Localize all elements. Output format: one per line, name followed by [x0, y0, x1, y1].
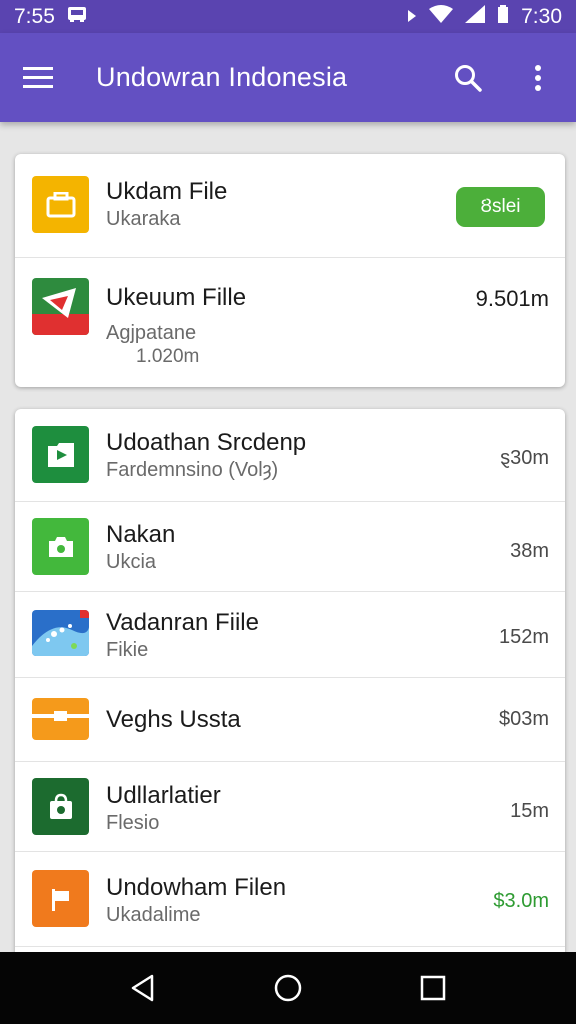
list-item[interactable]: Udoathan Srcdenp Fardemnsino (Volȝ) ȿ30m	[15, 409, 565, 501]
list-item-title: Nakan	[106, 521, 176, 548]
list-item-text: Ukdam File Ukaraka	[106, 178, 227, 232]
list-item[interactable]: Vadanran Fiile Fikie 152m	[15, 591, 565, 677]
wifi-icon	[429, 4, 454, 29]
status-time-right: 7:30	[521, 4, 562, 28]
list-item-detail: 1.020m	[136, 346, 200, 367]
shopping-bag-icon	[32, 778, 89, 835]
list-item-subtitle: Ukadalime	[106, 904, 201, 926]
play-icon	[32, 426, 89, 483]
battery-icon	[497, 4, 509, 29]
file-card-list: Udoathan Srcdenp Fardemnsino (Volȝ) ȿ30m…	[15, 409, 565, 969]
list-item-text: Veghs Ussta	[106, 706, 241, 734]
list-item-text: Udoathan Srcdenp Fardemnsino (Volȝ)	[106, 429, 306, 483]
file-size: 9.501m	[475, 286, 549, 311]
list-item-subtitle: Fardemnsino (Volȝ)	[106, 459, 279, 481]
list-item-text: Nakan Ukcia	[106, 521, 175, 575]
list-item-subtitle: Ukcia	[106, 551, 157, 573]
camera-icon	[32, 518, 89, 575]
action-button[interactable]: Ȣslei	[456, 187, 545, 227]
briefcase-icon	[32, 698, 89, 740]
file-card-primary: Ukdam File Ukaraka Ȣslei Ukeuum Fille Ag…	[15, 154, 565, 387]
more-vert-icon[interactable]	[518, 58, 558, 98]
list-item-title: Vadanran Fiile	[106, 609, 259, 636]
list-item-text: Undowham Filen Ukadalime	[106, 874, 286, 928]
app-bar: Undowran Indonesia	[0, 33, 576, 122]
recents-icon[interactable]	[411, 966, 455, 1010]
list-item[interactable]: Ukdam File Ukaraka Ȣslei	[15, 154, 565, 257]
list-item-title: Udoathan Srcdenp	[106, 429, 307, 456]
list-item[interactable]: Veghs Ussta $03m	[15, 677, 565, 761]
file-size: $03m	[498, 708, 549, 730]
list-item-text: Udllarlatier Flesio	[106, 782, 221, 836]
back-icon[interactable]	[121, 966, 165, 1010]
search-icon[interactable]	[448, 58, 488, 98]
flag-icon	[32, 278, 89, 335]
list-item-subtitle: Flesio	[106, 812, 160, 834]
home-icon[interactable]	[266, 966, 310, 1010]
status-right: 7:30	[407, 4, 562, 29]
file-size: $3.0m	[493, 890, 549, 912]
file-size: 38m	[510, 540, 549, 562]
folder-icon	[32, 176, 89, 233]
cast-icon	[407, 5, 417, 29]
file-size: 152m	[498, 626, 549, 648]
list-item-subtitle: Ukaraka	[106, 208, 181, 230]
signal-icon	[465, 4, 486, 29]
list-item[interactable]: Nakan Ukcia 38m	[15, 501, 565, 591]
image-icon	[32, 610, 89, 656]
list-item-title: Ukdam File	[106, 178, 228, 205]
notification-icon	[67, 5, 87, 29]
file-size: ȿ30m	[500, 447, 549, 469]
list-item[interactable]: Undowham Filen Ukadalime $3.0m	[15, 851, 565, 946]
page-title: Undowran Indonesia	[96, 62, 348, 92]
list-item-title: Veghs Ussta	[106, 706, 241, 733]
list-item-title: Undowham Filen	[106, 874, 287, 901]
list-item-title: Ukeuum Fille	[106, 284, 247, 311]
list-item[interactable]: Udllarlatier Flesio 15m	[15, 761, 565, 851]
status-bar: 7:55 7:30	[0, 0, 576, 33]
list-item-text: Ukeuum Fille Agjpatane 1.020m	[106, 284, 246, 368]
menu-icon[interactable]	[18, 58, 58, 98]
list-item[interactable]: Ukeuum Fille Agjpatane 1.020m 9.501m	[15, 257, 565, 387]
list-item-text: Vadanran Fiile Fikie	[106, 609, 259, 663]
list-item-title: Udllarlatier	[106, 782, 221, 809]
flag-icon	[32, 870, 89, 927]
status-time-left: 7:55	[14, 4, 55, 28]
file-size: 15m	[510, 800, 549, 822]
list-item-subtitle: Agjpatane	[106, 322, 197, 344]
nav-bar	[0, 952, 576, 1024]
list-item-subtitle: Fikie	[106, 639, 149, 661]
status-left: 7:55	[14, 5, 87, 29]
